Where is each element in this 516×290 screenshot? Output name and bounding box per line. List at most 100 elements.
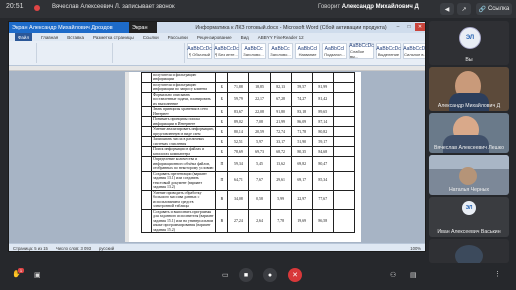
menu-item[interactable]: Файл [15,33,33,41]
participant-tile-lesko[interactable]: Вячеслав Алексеевич Лешко [429,113,509,153]
row-value-cell: 5,97 [248,136,271,148]
presenter-name: Экран Александр Михайлович Дроздов [12,24,113,31]
camera-button[interactable]: ■ [239,268,253,282]
row-value-cell: 2,64 [248,208,271,233]
row-value-cell [248,72,271,83]
menu-item[interactable]: Рассылки [168,35,188,40]
row-value-cell [332,126,356,138]
row-number-cell [140,72,153,83]
participants-icon[interactable]: ⚇ [390,271,396,279]
style-item[interactable]: AaBbCc Заголово... [268,43,293,59]
row-number-cell [140,170,153,191]
table-row: Формально описывать поставленные задачи,… [140,91,356,108]
presenter-tag-short: Экран [129,22,157,33]
hangup-icon: ✕ [292,272,298,279]
table-row: Создавать и выполнять программы для зада… [140,208,356,233]
style-label: Заголово... [243,51,264,57]
menu-item[interactable]: Рецензирование [197,35,232,40]
row-value-cell: 13,62 [269,156,292,172]
word-window-title: Информатика к ЛКЗ готовый.docx - Microso… [195,24,387,31]
row-text-cell: получателя и фильтрацию информации по за… [151,81,217,93]
row-value-cell: 78,69 [227,146,250,158]
style-item[interactable]: AaBbCcI Подзагол... [322,43,347,59]
chat-icon[interactable]: ▣ [34,271,41,279]
row-text-cell: Записывать числа в различных системах сч… [151,136,217,148]
participant-tile-chernykh[interactable]: Наталья Черных [429,155,509,195]
close-icon[interactable]: ✕ [415,23,425,31]
row-value-cell: 5,45 [248,156,271,172]
row-value-cell: 80,35 [290,146,313,158]
row-text-cell: Понимать принципы поиска информации в Ин… [151,116,217,128]
style-item[interactable]: AaBbCcDc Сильное в... [403,43,425,59]
more-icon[interactable]: ⋮ [494,270,501,278]
status-zoom[interactable]: 100% [410,246,421,251]
row-level-cell: Б [215,116,229,128]
maximize-icon[interactable]: □ [404,23,414,31]
row-value-cell [290,72,313,83]
volume-button[interactable]: ◀ [440,3,454,15]
mic-button[interactable]: ● [263,268,277,282]
row-value-cell: 29,61 [269,170,292,191]
menu-item[interactable]: Вид [241,35,249,40]
avatar: ЭЛ [462,201,476,215]
row-value-cell: 91,80 [269,106,292,118]
row-value-cell: 82,13 [269,81,292,93]
row-value-cell: 71,88 [227,81,250,93]
row-value-cell: 84,68 [311,146,334,158]
avatar-initials: ЭЛ [465,35,475,41]
row-value-cell: 19,69 [290,208,313,233]
participant-tile-self[interactable]: ЭЛ Вы [429,21,509,65]
hangup-button[interactable]: ✕ [288,268,302,282]
style-item[interactable]: AaBbCcDc Выделение [376,43,401,59]
shared-screen[interactable]: Экран Александр Михайлович Дроздов Экран… [8,21,426,252]
style-label: ¶ Обычный [189,51,210,57]
document-page[interactable]: получателя и фильтрацию информации получа… [129,72,361,242]
link-button[interactable]: 🔗 Ссылка [476,3,512,15]
style-item[interactable]: AaBbCcDc Слабое вы... [349,43,374,59]
link-icon: 🔗 [478,6,487,13]
style-label: Выделение [377,51,400,57]
row-value-cell: 7,08 [248,116,271,128]
row-value-cell: 86,09 [290,116,313,128]
row-value-cell [332,106,356,118]
table-row: Понимать принципы поиска информации в Ин… [140,116,356,128]
menu-item[interactable]: Главная [41,35,58,40]
screen-icon[interactable]: ▭ [222,271,229,279]
row-value-cell: 59,57 [290,81,313,93]
menu-item[interactable]: ABBYY FineReader 12 [258,35,304,40]
row-value-cell [332,91,356,108]
participant-tile-speaker[interactable]: Александр Михайлович Д [429,67,509,111]
menu-item[interactable]: Ссылки [143,35,159,40]
table-row: Знать принципы хранения в сети Интернет Б… [140,106,356,118]
mic-icon: ● [267,271,273,279]
menu-item[interactable]: Вставка [67,35,84,40]
row-value-cell: 80,14 [227,126,250,138]
row-level-cell: В [215,208,229,233]
style-item[interactable]: AaBbCcDc ¶ Обычный [187,43,212,59]
table-row: Записывать числа в различных системах сч… [140,136,356,148]
menu-item[interactable]: Разметка страницы [93,35,134,40]
participant-tile-extra[interactable] [429,239,509,263]
row-value-cell: 87,14 [311,116,334,128]
call-time: 20:51 [6,3,24,10]
status-words: Число слов: 3 093 [55,245,92,251]
minimize-icon[interactable]: – [393,23,403,31]
row-value-cell [332,170,356,191]
sidebar-icon[interactable]: ▤ [410,271,417,279]
row-value-cell: 68,72 [269,146,292,158]
row-number-cell [140,126,153,138]
row-value-cell: 67,28 [269,91,292,108]
share-arrow-icon: ↗ [461,6,467,13]
row-value-cell [311,72,334,83]
row-level-cell: Б [215,106,229,118]
speaking-indicator: Говорит Александр Михайлович Д [318,4,419,10]
results-table: получателя и фильтрацию информации получа… [140,72,356,233]
row-text-cell: Формально описывать поставленные задачи,… [151,91,217,108]
style-item[interactable]: AaBbCcDc ¶ Без инте... [214,43,239,59]
share-arrow-button[interactable]: ↗ [457,3,471,15]
style-item[interactable]: AaBbCc Заголово... [241,43,266,59]
style-item[interactable]: AaBbCcI Название [295,43,320,59]
row-level-cell: В [215,189,229,210]
participant-tile-vaskin[interactable]: ЭЛ Иван Алексеевич Васькин [429,197,509,237]
volume-icon: ◀ [444,6,450,13]
